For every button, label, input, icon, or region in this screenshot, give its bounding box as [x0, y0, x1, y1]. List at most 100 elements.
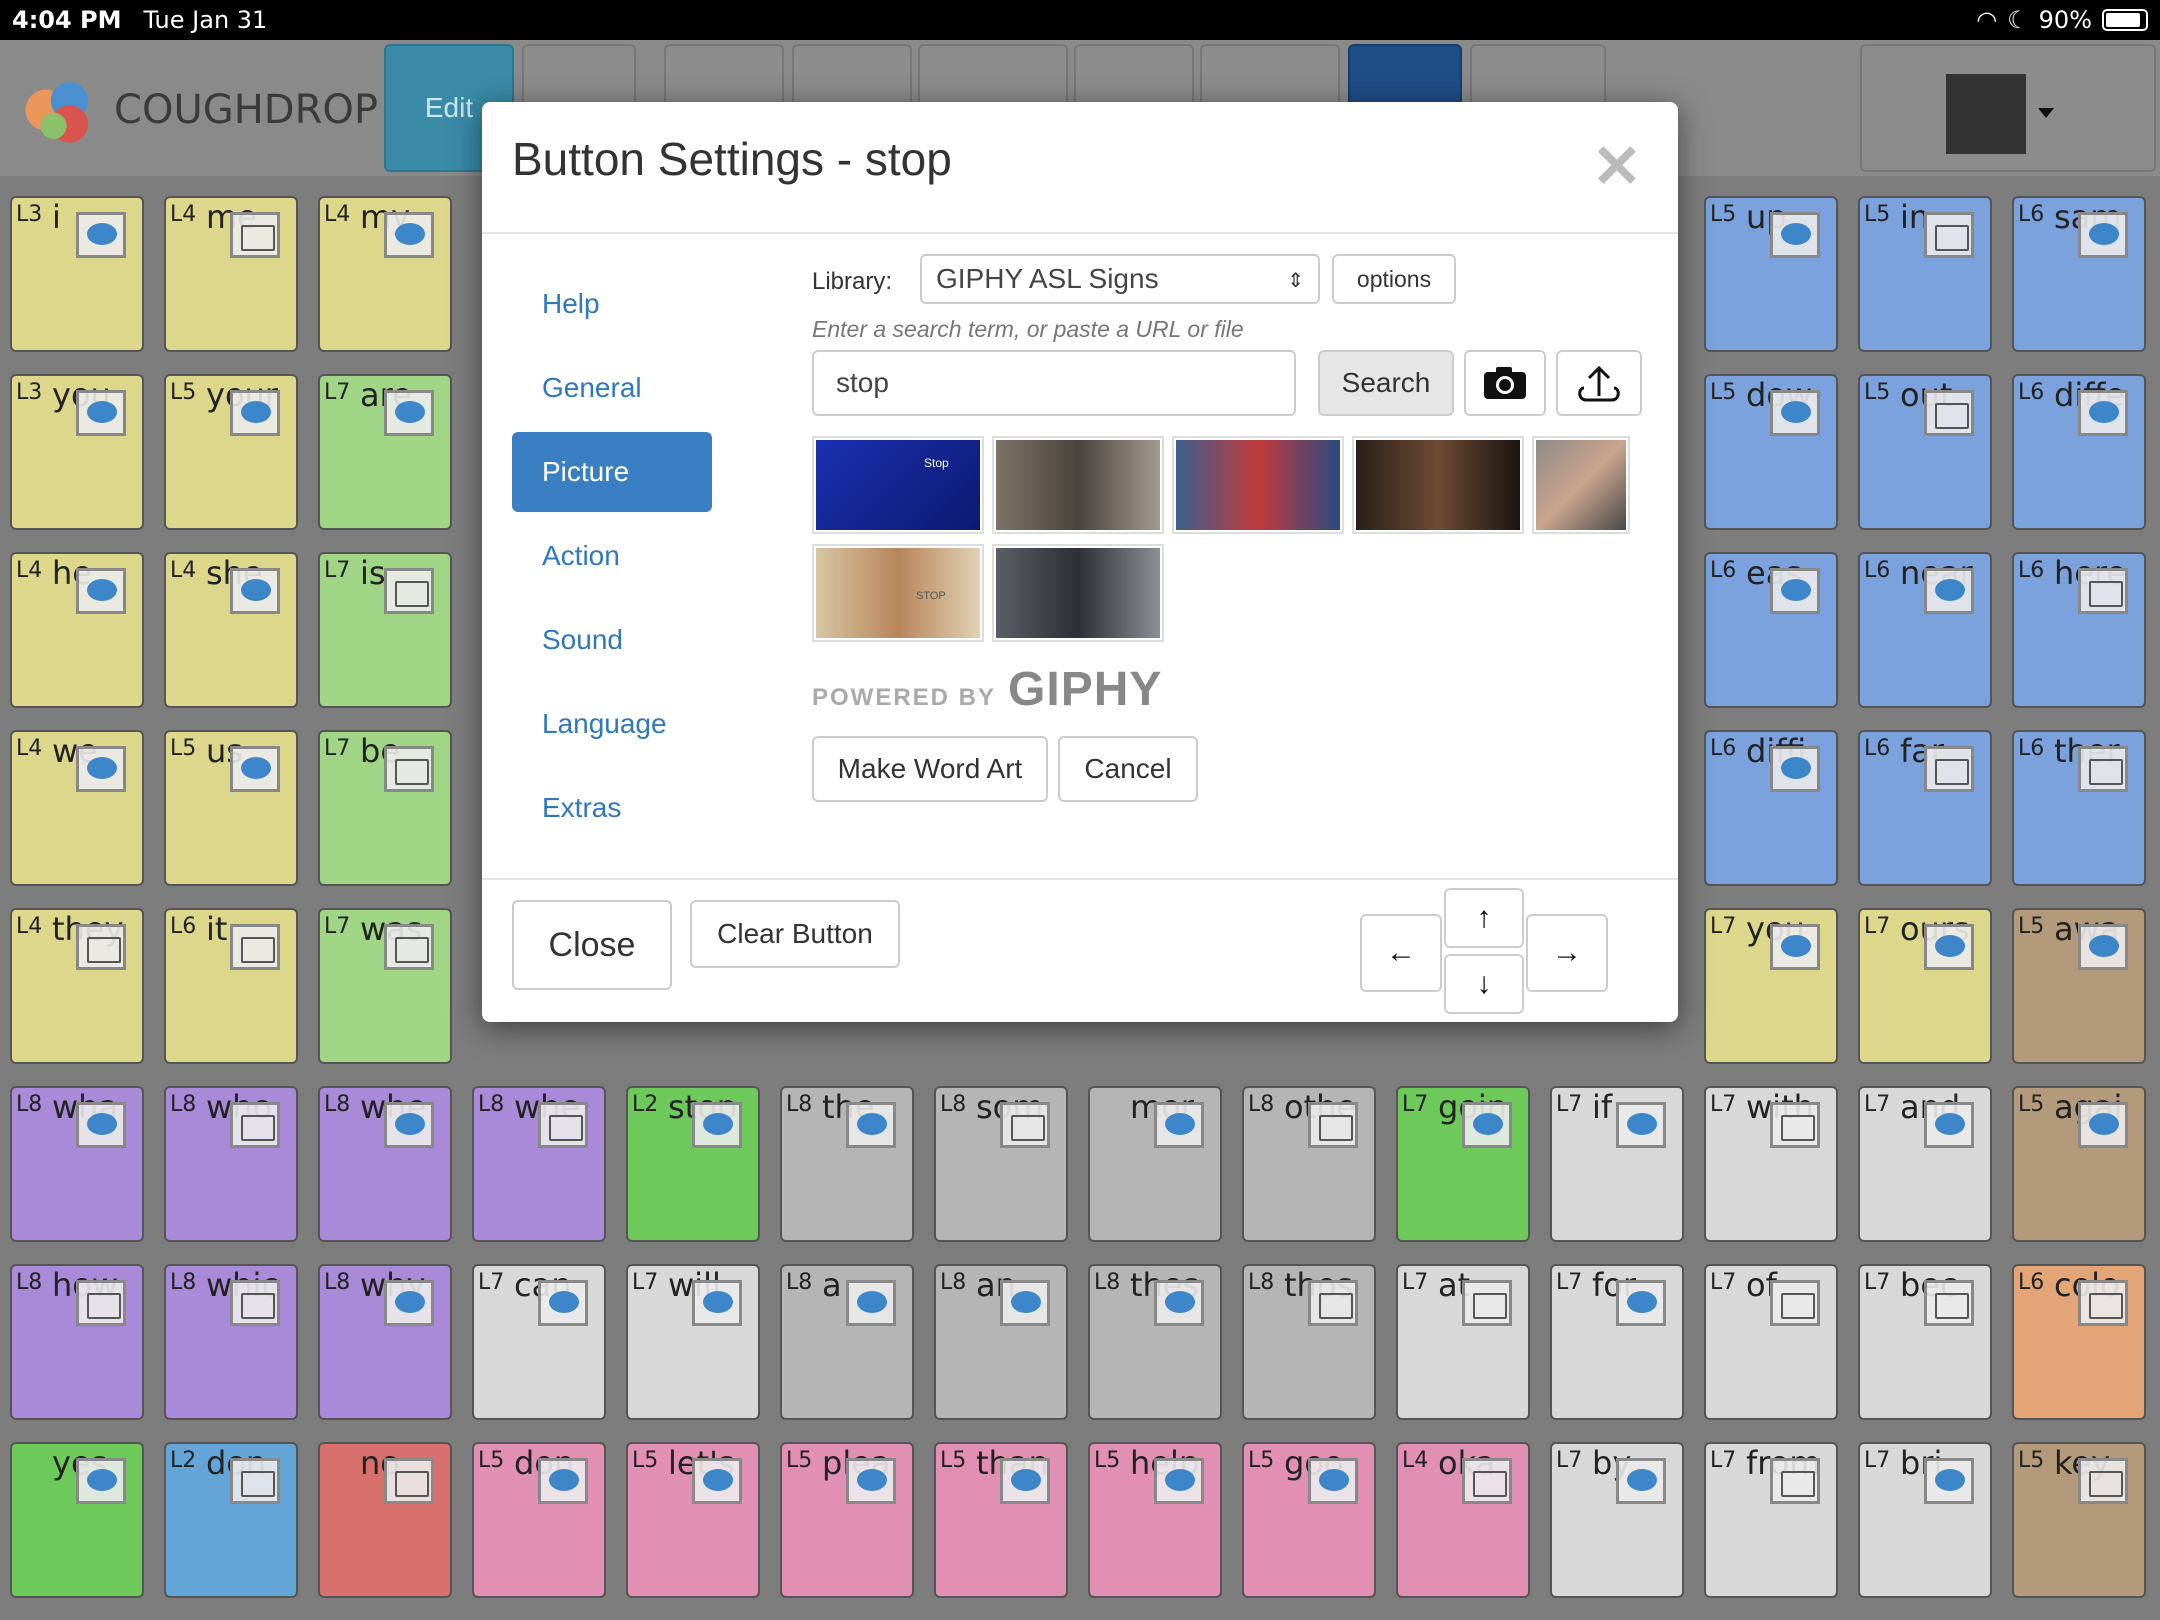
result-thumbnail-1[interactable]: Stop	[812, 436, 984, 534]
result-thumbnail-2[interactable]	[992, 436, 1164, 534]
board-button[interactable]: L8 an	[934, 1264, 1068, 1420]
move-right-button[interactable]: →	[1526, 914, 1608, 992]
board-button[interactable]: L8whe	[472, 1086, 606, 1242]
board-button[interactable]: L7 by	[1550, 1442, 1684, 1598]
result-thumbnail-7[interactable]	[992, 544, 1164, 642]
board-button[interactable]: L7you	[1704, 908, 1838, 1064]
board-button[interactable]: L7from	[1704, 1442, 1838, 1598]
board-button[interactable]: L7and	[1858, 1086, 1992, 1242]
board-button[interactable]: L7 if	[1550, 1086, 1684, 1242]
board-button[interactable]: L8who	[164, 1086, 298, 1242]
nav-sound[interactable]: Sound	[512, 600, 712, 680]
nav-action[interactable]: Action	[512, 516, 712, 596]
board-button[interactable]: L5agai	[2012, 1086, 2146, 1242]
board-button[interactable]: L7will	[626, 1264, 760, 1420]
board-button[interactable]: L8som	[934, 1086, 1068, 1242]
board-button[interactable]: L6near	[1858, 552, 1992, 708]
board-button[interactable]: L7bec	[1858, 1264, 1992, 1420]
result-thumbnail-6[interactable]: STOP	[812, 544, 984, 642]
board-button[interactable]: L4 he	[10, 552, 144, 708]
result-thumbnail-4[interactable]	[1352, 436, 1524, 534]
board-button[interactable]: L5dow	[1704, 374, 1838, 530]
board-button[interactable]: L5your	[164, 374, 298, 530]
board-button[interactable]: L7 for	[1550, 1264, 1684, 1420]
board-button[interactable]: L7 of	[1704, 1264, 1838, 1420]
board-button[interactable]: L5 in	[1858, 196, 1992, 352]
camera-button[interactable]	[1464, 350, 1546, 416]
board-button[interactable]: L8how	[10, 1264, 144, 1420]
board-button[interactable]: yes	[10, 1442, 144, 1598]
move-left-button[interactable]: ←	[1360, 914, 1442, 992]
options-button[interactable]: options	[1332, 254, 1456, 304]
nav-language[interactable]: Language	[512, 684, 712, 764]
nav-help[interactable]: Help	[512, 264, 712, 344]
board-button[interactable]: L6 far	[1858, 730, 1992, 886]
board-button[interactable]: L6sam	[2012, 196, 2146, 352]
board-button[interactable]: L6colo	[2012, 1264, 2146, 1420]
board-button[interactable]: L3 i	[10, 196, 144, 352]
board-button[interactable]: L7ours	[1858, 908, 1992, 1064]
nav-extras[interactable]: Extras	[512, 768, 712, 848]
board-button[interactable]: no	[318, 1442, 452, 1598]
search-button[interactable]: Search	[1318, 350, 1454, 416]
nav-general[interactable]: General	[512, 348, 712, 428]
nav-picture[interactable]: Picture	[512, 432, 712, 512]
search-input[interactable]: stop	[812, 350, 1296, 416]
board-button[interactable]: L4 we	[10, 730, 144, 886]
board-button[interactable]: L5awa	[2012, 908, 2146, 1064]
board-button[interactable]: L5 up	[1704, 196, 1838, 352]
clear-button[interactable]: Clear Button	[690, 900, 900, 968]
upload-button[interactable]	[1556, 350, 1642, 416]
make-word-art-button[interactable]: Make Word Art	[812, 736, 1048, 802]
close-button[interactable]: Close	[512, 900, 672, 990]
board-button[interactable]: L7with	[1704, 1086, 1838, 1242]
board-button[interactable]: L7goin	[1396, 1086, 1530, 1242]
board-button[interactable]: L6here	[2012, 552, 2146, 708]
board-button[interactable]: L7was	[318, 908, 452, 1064]
cancel-button[interactable]: Cancel	[1058, 736, 1198, 802]
board-button[interactable]: L5help	[1088, 1442, 1222, 1598]
board-button[interactable]: L8thos	[1242, 1264, 1376, 1420]
board-button[interactable]: L5out	[1858, 374, 1992, 530]
board-button[interactable]: L7 bri	[1858, 1442, 1992, 1598]
board-button[interactable]: L7can	[472, 1264, 606, 1420]
board-button[interactable]: L6diffi	[1704, 730, 1838, 886]
move-down-button[interactable]: ↓	[1444, 954, 1524, 1014]
board-button[interactable]: L2stop	[626, 1086, 760, 1242]
board-button[interactable]: L5plea	[780, 1442, 914, 1598]
board-button[interactable]: L8whe	[318, 1086, 452, 1242]
board-button[interactable]: L6eas	[1704, 552, 1838, 708]
board-button[interactable]: L8why	[318, 1264, 452, 1420]
board-button[interactable]: L6ther	[2012, 730, 2146, 886]
board-button[interactable]: L3you	[10, 374, 144, 530]
close-icon[interactable]: ✕	[1592, 132, 1642, 202]
board-button[interactable]: L7are	[318, 374, 452, 530]
board-button[interactable]: L7 is	[318, 552, 452, 708]
board-button[interactable]: L4me	[164, 196, 298, 352]
board-button[interactable]: L8wha	[10, 1086, 144, 1242]
board-button[interactable]: L5don	[472, 1442, 606, 1598]
board-button[interactable]: L6diffe	[2012, 374, 2146, 530]
board-button[interactable]: L5than	[934, 1442, 1068, 1598]
result-thumbnail-5[interactable]	[1532, 436, 1630, 534]
board-button[interactable]: mor	[1088, 1086, 1222, 1242]
user-menu[interactable]	[1860, 44, 2156, 172]
board-button[interactable]: L6 it	[164, 908, 298, 1064]
result-thumbnail-3[interactable]	[1172, 436, 1344, 534]
move-up-button[interactable]: ↑	[1444, 888, 1524, 948]
board-button[interactable]: L8othe	[1242, 1086, 1376, 1242]
board-button[interactable]: L7 be	[318, 730, 452, 886]
board-button[interactable]: L4oka	[1396, 1442, 1530, 1598]
board-button[interactable]: L8thes	[1088, 1264, 1222, 1420]
board-button[interactable]: L4my	[318, 196, 452, 352]
board-button[interactable]: L4she	[164, 552, 298, 708]
board-button[interactable]: L2don	[164, 1442, 298, 1598]
board-button[interactable]: L5goo	[1242, 1442, 1376, 1598]
board-button[interactable]: L4they	[10, 908, 144, 1064]
library-select[interactable]: GIPHY ASL Signs ⇕	[920, 254, 1320, 304]
board-button[interactable]: L8the	[780, 1086, 914, 1242]
board-button[interactable]: L5key	[2012, 1442, 2146, 1598]
board-button[interactable]: L7 at	[1396, 1264, 1530, 1420]
board-button[interactable]: L8 a	[780, 1264, 914, 1420]
board-button[interactable]: L5 us	[164, 730, 298, 886]
